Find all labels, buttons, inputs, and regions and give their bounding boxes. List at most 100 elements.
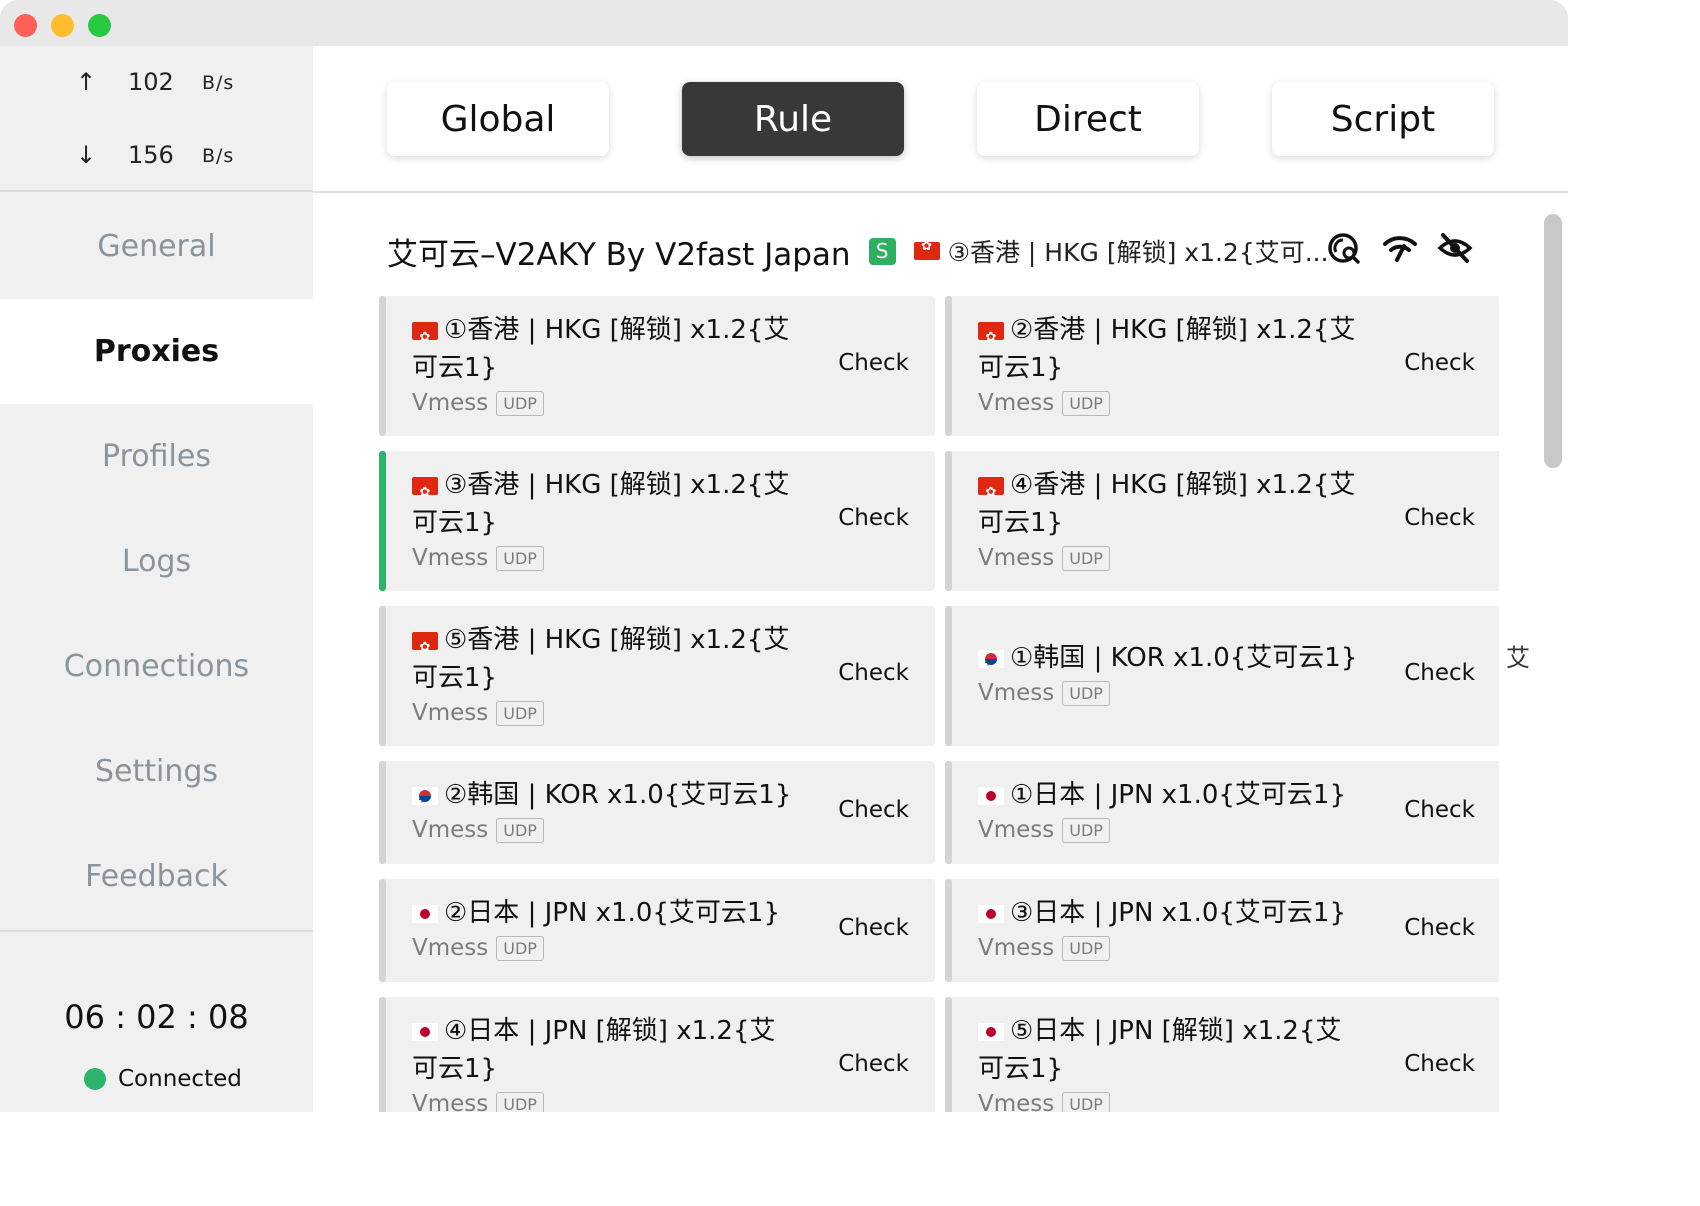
section-index-letter[interactable]: 艾 xyxy=(1506,638,1530,673)
sidebar-item-connections[interactable]: Connections xyxy=(0,614,313,719)
check-latency-button[interactable]: Check xyxy=(1404,915,1475,941)
udp-badge: UDP xyxy=(1062,680,1110,706)
proxy-type: Vmess xyxy=(412,935,489,961)
proxy-card-body: ①香港 | HKG [解锁] x1.2{艾可云1} Vmess UDP Check xyxy=(394,296,935,436)
mode-direct-button[interactable]: Direct xyxy=(977,82,1199,156)
check-latency-button[interactable]: Check xyxy=(1404,1051,1475,1077)
check-latency-button[interactable]: Check xyxy=(838,915,909,941)
proxy-meta: Vmess UDP xyxy=(412,1091,544,1112)
card-indicator xyxy=(379,879,386,982)
proxy-type: Vmess xyxy=(978,817,1055,843)
proxy-card[interactable]: ⑤香港 | HKG [解锁] x1.2{艾可云1} Vmess UDP Check xyxy=(379,606,935,746)
sidebar-nav: General Proxies Profiles Logs Connection… xyxy=(0,194,313,929)
check-latency-button[interactable]: Check xyxy=(838,1051,909,1077)
japan-flag-icon xyxy=(412,904,438,923)
proxy-card[interactable]: ④日本 | JPN [解锁] x1.2{艾可云1} Vmess UDP Check xyxy=(379,997,935,1112)
selected-proxy-name: ③香港 | HKG [解锁] x1.2{艾可... xyxy=(947,238,1329,267)
proxy-card[interactable]: ①韩国 | KOR x1.0{艾可云1} Vmess UDP Check xyxy=(945,606,1499,746)
proxy-meta: Vmess UDP xyxy=(412,700,544,726)
proxy-card[interactable]: ①日本 | JPN x1.0{艾可云1} Vmess UDP Check xyxy=(945,761,1499,864)
proxy-group-header: 艾可云–V2AKY By V2fast Japan S ③香港 | HKG [解… xyxy=(387,226,1487,276)
card-indicator xyxy=(945,606,952,746)
proxy-type: Vmess xyxy=(978,545,1055,571)
udp-badge: UDP xyxy=(1062,545,1110,571)
proxy-list-scrollbar[interactable] xyxy=(1544,214,1562,468)
close-window-button[interactable] xyxy=(14,14,37,37)
proxy-card[interactable]: ③日本 | JPN x1.0{艾可云1} Vmess UDP Check xyxy=(945,879,1499,982)
mode-global-button[interactable]: Global xyxy=(387,82,609,156)
main-panel: Global Rule Direct Script 艾可云–V2AKY By V… xyxy=(313,46,1568,1112)
mode-script-button[interactable]: Script xyxy=(1272,82,1494,156)
upload-value: 102 xyxy=(128,68,174,96)
check-latency-button[interactable]: Check xyxy=(1404,797,1475,823)
proxy-name: ③香港 | HKG [解锁] x1.2{艾可云1} xyxy=(412,466,792,542)
proxy-name: ①日本 | JPN x1.0{艾可云1} xyxy=(978,776,1358,814)
udp-badge: UDP xyxy=(496,935,544,961)
wifi-icon[interactable] xyxy=(1382,230,1418,266)
proxy-card[interactable]: ②香港 | HKG [解锁] x1.2{艾可云1} Vmess UDP Check xyxy=(945,296,1499,436)
sidebar-item-feedback[interactable]: Feedback xyxy=(0,824,313,929)
proxy-name: ③日本 | JPN x1.0{艾可云1} xyxy=(978,894,1358,932)
proxy-card-body: ②韩国 | KOR x1.0{艾可云1} Vmess UDP Check xyxy=(394,761,935,864)
proxy-meta: Vmess UDP xyxy=(978,390,1110,416)
connection-status: Connected xyxy=(84,1066,242,1092)
app-window: ↑ 102 B/s ↓ 156 B/s General Proxies Prof… xyxy=(0,0,1568,1112)
check-latency-button[interactable]: Check xyxy=(838,797,909,823)
proxy-name-text: ①香港 | HKG [解锁] x1.2{艾可云1} xyxy=(412,315,790,383)
proxy-card[interactable]: ①香港 | HKG [解锁] x1.2{艾可云1} Vmess UDP Check xyxy=(379,296,935,436)
sidebar-item-general[interactable]: General xyxy=(0,194,313,299)
proxy-name-text: ②日本 | JPN x1.0{艾可云1} xyxy=(444,898,781,928)
proxy-card[interactable]: ④香港 | HKG [解锁] x1.2{艾可云1} Vmess UDP Check xyxy=(945,451,1499,591)
proxy-name: ②韩国 | KOR x1.0{艾可云1} xyxy=(412,776,792,819)
sidebar-item-profiles[interactable]: Profiles xyxy=(0,404,313,509)
mode-selector: Global Rule Direct Script xyxy=(313,46,1568,193)
proxy-type: Vmess xyxy=(412,545,489,571)
download-speed: ↓ 156 B/s xyxy=(0,137,313,177)
minimize-window-button[interactable] xyxy=(51,14,74,37)
proxy-card-body: ③香港 | HKG [解锁] x1.2{艾可云1} Vmess UDP Check xyxy=(394,451,935,591)
group-type-badge: S xyxy=(868,237,896,265)
speed-test-icon[interactable] xyxy=(1327,230,1363,266)
check-latency-button[interactable]: Check xyxy=(1404,505,1475,531)
proxy-name-text: ④香港 | HKG [解锁] x1.2{艾可云1} xyxy=(978,470,1356,538)
check-latency-button[interactable]: Check xyxy=(838,350,909,376)
maximize-window-button[interactable] xyxy=(88,14,111,37)
proxy-group-title: 艾可云–V2AKY By V2fast Japan xyxy=(387,236,851,273)
eye-off-icon[interactable] xyxy=(1437,230,1473,266)
proxy-name: ②香港 | HKG [解锁] x1.2{艾可云1} xyxy=(978,311,1358,387)
proxy-type: Vmess xyxy=(978,680,1055,706)
proxy-meta: Vmess UDP xyxy=(978,935,1110,961)
proxy-card-body: ①韩国 | KOR x1.0{艾可云1} Vmess UDP Check xyxy=(960,606,1499,746)
status-dot-icon xyxy=(84,1068,106,1090)
proxy-name: ②日本 | JPN x1.0{艾可云1} xyxy=(412,894,792,932)
udp-badge: UDP xyxy=(1062,390,1110,416)
status-label: Connected xyxy=(118,1066,242,1092)
proxy-name: ①韩国 | KOR x1.0{艾可云1} xyxy=(978,639,1358,682)
japan-flag-icon xyxy=(978,1022,1004,1041)
proxy-name: ⑤日本 | JPN [解锁] x1.2{艾可云1} xyxy=(978,1012,1358,1088)
mode-rule-button[interactable]: Rule xyxy=(682,82,904,156)
hong-kong-flag-icon xyxy=(978,319,1004,357)
sidebar-item-proxies[interactable]: Proxies xyxy=(0,299,313,404)
proxy-card[interactable]: ⑤日本 | JPN [解锁] x1.2{艾可云1} Vmess UDP Check xyxy=(945,997,1499,1112)
sidebar-item-settings[interactable]: Settings xyxy=(0,719,313,824)
proxy-list: ①香港 | HKG [解锁] x1.2{艾可云1}VmessUDPCheck②香… xyxy=(379,296,1499,1112)
proxy-card[interactable]: ②日本 | JPN x1.0{艾可云1} Vmess UDP Check xyxy=(379,879,935,982)
check-latency-button[interactable]: Check xyxy=(838,660,909,686)
proxy-card-body: ⑤日本 | JPN [解锁] x1.2{艾可云1} Vmess UDP Check xyxy=(960,997,1499,1112)
proxy-type: Vmess xyxy=(978,1091,1055,1112)
sidebar-item-logs[interactable]: Logs xyxy=(0,509,313,614)
selected-proxy: ③香港 | HKG [解锁] x1.2{艾可... xyxy=(913,233,1329,269)
check-latency-button[interactable]: Check xyxy=(1404,660,1475,686)
udp-badge: UDP xyxy=(496,700,544,726)
check-latency-button[interactable]: Check xyxy=(838,505,909,531)
card-indicator xyxy=(945,296,952,436)
card-indicator xyxy=(945,879,952,982)
check-latency-button[interactable]: Check xyxy=(1404,350,1475,376)
proxy-meta: Vmess UDP xyxy=(978,545,1110,571)
proxy-card[interactable]: ③香港 | HKG [解锁] x1.2{艾可云1} Vmess UDP Check xyxy=(379,451,935,591)
proxy-card[interactable]: ②韩国 | KOR x1.0{艾可云1} Vmess UDP Check xyxy=(379,761,935,864)
udp-badge: UDP xyxy=(1062,935,1110,961)
udp-badge: UDP xyxy=(496,545,544,571)
card-indicator xyxy=(379,296,386,436)
